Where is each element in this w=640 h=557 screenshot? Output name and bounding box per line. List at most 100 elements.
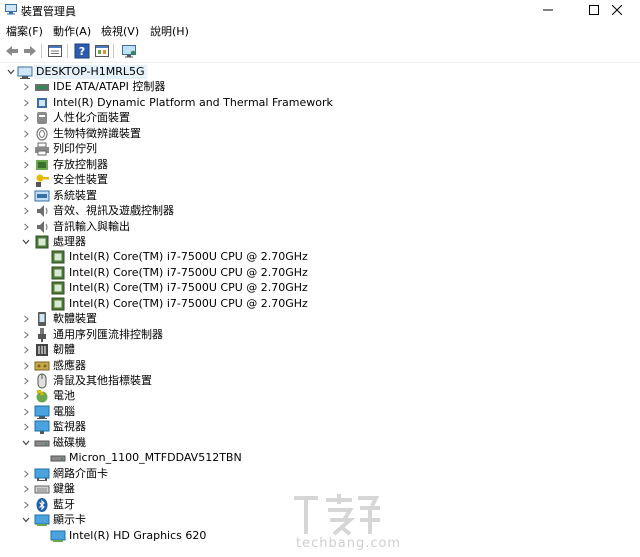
gpu-child-icon	[50, 528, 66, 544]
forward-button[interactable]	[22, 43, 38, 59]
processor-icon	[34, 234, 50, 250]
chevron-right-icon[interactable]	[21, 481, 31, 497]
chevron-right-icon[interactable]	[21, 188, 31, 204]
chevron-right-icon[interactable]	[21, 311, 31, 327]
chevron-right-icon[interactable]	[21, 172, 31, 188]
tree-node-label: 音效、視訊及遊戲控制器	[53, 204, 174, 218]
tree-category-item[interactable]: 電腦	[0, 404, 640, 420]
speaker-icon	[34, 203, 50, 219]
back-button[interactable]	[4, 43, 20, 59]
tree-category-item[interactable]: 磁碟機	[0, 435, 640, 451]
tree-category-item[interactable]: 韌體	[0, 342, 640, 358]
tree-node-label: 生物特徵辨識裝置	[53, 126, 141, 140]
chevron-right-icon[interactable]	[21, 141, 31, 157]
tree-node-label: Intel(R) Core(TM) i7-7500U CPU @ 2.70GHz	[69, 265, 308, 279]
tree-device-item[interactable]: Micron_1100_MTFDDAV512TBN	[0, 450, 640, 466]
chevron-right-icon[interactable]	[21, 219, 31, 235]
chevron-right-icon[interactable]	[21, 419, 31, 435]
chevron-right-icon[interactable]	[21, 373, 31, 389]
tree-category-item[interactable]: 電池	[0, 388, 640, 404]
system-device-icon	[34, 188, 50, 204]
chevron-right-icon[interactable]	[21, 203, 31, 219]
menu-file[interactable]: 檔案(F)	[6, 23, 43, 39]
tree-node-label: 電池	[53, 389, 75, 403]
chevron-right-icon[interactable]	[21, 358, 31, 374]
chevron-down-icon[interactable]	[21, 435, 31, 451]
chip-icon	[34, 95, 50, 111]
tree-category-item[interactable]: 列印佇列	[0, 141, 640, 157]
menu-action[interactable]: 動作(A)	[53, 23, 91, 39]
scan-hardware-icon	[95, 45, 109, 57]
tree-category-item[interactable]: 安全性裝置	[0, 172, 640, 188]
tree-category-item[interactable]: 監視器	[0, 419, 640, 435]
software-device-icon	[34, 311, 50, 327]
chevron-down-icon[interactable]	[21, 512, 31, 528]
chevron-right-icon[interactable]	[21, 466, 31, 482]
tree-node-label: Intel(R) Core(TM) i7-7500U CPU @ 2.70GHz	[69, 296, 308, 310]
mouse-icon	[34, 373, 50, 389]
tree-device-item[interactable]: Intel(R) Core(TM) i7-7500U CPU @ 2.70GHz	[0, 265, 640, 281]
tree-root-computer[interactable]: DESKTOP-H1MRL5G	[0, 64, 640, 80]
chevron-right-icon[interactable]	[21, 497, 31, 513]
tree-category-item[interactable]: 處理器	[0, 234, 640, 250]
close-icon	[612, 5, 622, 15]
tree-category-item[interactable]: 軟體裝置	[0, 311, 640, 327]
chevron-right-icon[interactable]	[21, 404, 31, 420]
minimize-button[interactable]	[525, 0, 571, 20]
chevron-down-icon[interactable]	[6, 64, 16, 80]
computer-icon	[34, 404, 50, 420]
usb-icon	[34, 327, 50, 343]
scan-hardware-button[interactable]	[94, 43, 110, 59]
tree-device-item[interactable]: Intel(R) Core(TM) i7-7500U CPU @ 2.70GHz	[0, 280, 640, 296]
tree-node-label: 處理器	[53, 234, 86, 248]
cpu-child-icon	[50, 265, 66, 281]
printer-icon	[34, 141, 50, 157]
chevron-right-icon[interactable]	[21, 388, 31, 404]
chevron-right-icon[interactable]	[21, 79, 31, 95]
tree-category-item[interactable]: 生物特徵辨識裝置	[0, 126, 640, 142]
menu-view[interactable]: 檢視(V)	[101, 23, 139, 39]
chevron-right-icon[interactable]	[21, 327, 31, 343]
chevron-right-icon[interactable]	[21, 126, 31, 142]
toolbar: ?	[0, 40, 640, 63]
tree-category-item[interactable]: 音效、視訊及遊戲控制器	[0, 203, 640, 219]
tree-category-item[interactable]: Intel(R) Dynamic Platform and Thermal Fr…	[0, 95, 640, 111]
tree-node-label: 系統裝置	[53, 188, 97, 202]
properties-button[interactable]	[47, 43, 63, 59]
chevron-right-icon[interactable]	[21, 157, 31, 173]
firmware-icon	[34, 342, 50, 358]
tree-category-item[interactable]: 音訊輸入與輸出	[0, 219, 640, 235]
menu-bar: 檔案(F) 動作(A) 檢視(V) 說明(H)	[0, 20, 640, 40]
monitor-button[interactable]	[121, 43, 137, 59]
tree-category-item[interactable]: 人性化介面裝置	[0, 110, 640, 126]
window-title: 裝置管理員	[21, 5, 76, 18]
tree-category-item[interactable]: 網路介面卡	[0, 466, 640, 482]
tree-category-item[interactable]: IDE ATA/ATAPI 控制器	[0, 79, 640, 95]
tree-category-item[interactable]: 系統裝置	[0, 188, 640, 204]
chevron-right-icon[interactable]	[21, 342, 31, 358]
back-arrow-icon	[6, 46, 18, 56]
minimize-icon	[543, 9, 553, 11]
close-button[interactable]	[594, 0, 640, 20]
tree-category-item[interactable]: 滑鼠及其他指標裝置	[0, 373, 640, 389]
chevron-down-icon[interactable]	[21, 234, 31, 250]
tree-category-item[interactable]: 存放控制器	[0, 157, 640, 173]
tree-category-item[interactable]: 通用序列匯流排控制器	[0, 327, 640, 343]
tree-node-label: 安全性裝置	[53, 173, 108, 187]
help-button[interactable]: ?	[74, 43, 90, 59]
network-adapter-icon	[34, 466, 50, 482]
tree-node-label: IDE ATA/ATAPI 控制器	[53, 80, 166, 94]
tree-device-item[interactable]: Intel(R) Core(TM) i7-7500U CPU @ 2.70GHz	[0, 249, 640, 265]
tree-node-label: 藍牙	[53, 497, 75, 511]
tree-device-item[interactable]: Intel(R) Core(TM) i7-7500U CPU @ 2.70GHz	[0, 296, 640, 312]
tree-node-label: 鍵盤	[53, 482, 75, 496]
tree-node-label: 韌體	[53, 343, 75, 357]
sensor-icon	[34, 358, 50, 374]
chevron-right-icon[interactable]	[21, 110, 31, 126]
chevron-right-icon[interactable]	[21, 95, 31, 111]
hid-icon	[34, 110, 50, 126]
tree-category-item[interactable]: 感應器	[0, 358, 640, 374]
menu-help[interactable]: 說明(H)	[150, 23, 189, 39]
toolbar-separator	[67, 44, 68, 58]
watermark-text: techbang.com	[296, 536, 402, 551]
